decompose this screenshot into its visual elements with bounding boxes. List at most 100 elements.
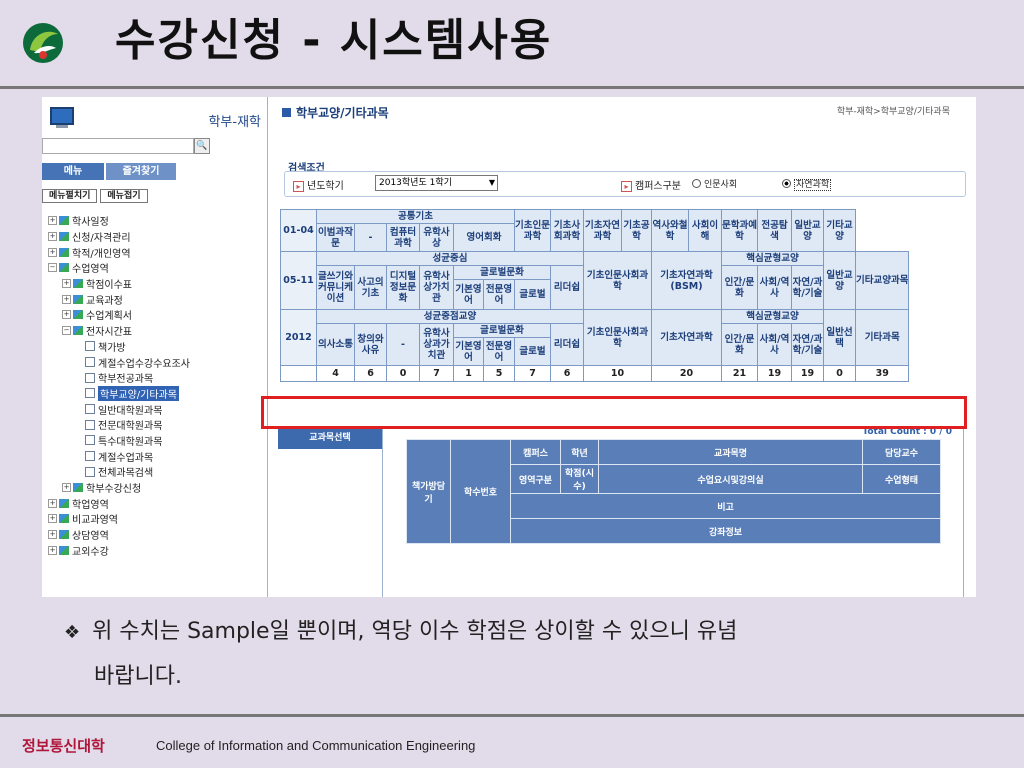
grid-cell: 유학사상 [419, 223, 454, 252]
sidebar-tabs: 메뉴 즐겨찾기 [42, 163, 264, 181]
title-divider [0, 86, 1024, 89]
result-table-header: 책가방담기 학수번호 캠퍼스 학년 교과목명 담당교수 영역구분 학점(시수) … [406, 439, 941, 544]
expand-icon[interactable] [76, 421, 83, 428]
collapse-icon[interactable]: − [62, 326, 71, 336]
grid-cell: 전문영어 [483, 279, 515, 310]
tree-buttons: 메뉴펼치기 메뉴접기 [42, 189, 151, 203]
sidebar-item[interactable]: 계절수업수강수요조사 [48, 354, 266, 370]
menu-search-input[interactable] [42, 138, 194, 154]
campus-radio-science[interactable]: 자연과학 [782, 177, 832, 191]
expand-icon[interactable] [76, 437, 83, 444]
expand-icon[interactable]: + [48, 530, 57, 540]
sidebar-item[interactable]: 학부전공과목 [48, 370, 266, 386]
year-semester-label: 년도학기 [293, 177, 344, 192]
expand-icon[interactable] [76, 359, 83, 366]
expand-icon[interactable]: + [48, 498, 57, 508]
document-icon [85, 419, 95, 430]
credit-value: 0 [386, 365, 420, 382]
sidebar-item[interactable]: 일반대학원과목 [48, 401, 266, 417]
expand-icon[interactable] [76, 343, 83, 350]
expand-icon[interactable]: + [48, 545, 57, 555]
sidebar-item[interactable]: + 학점이수표 [48, 276, 266, 292]
sidebar-item[interactable]: 학부교양/기타과목 [48, 385, 266, 402]
sidebar-item[interactable]: + 교육과정 [48, 291, 266, 307]
sidebar-item[interactable]: + 비교과영역 [48, 511, 266, 527]
sidebar-item[interactable]: + 상담영역 [48, 527, 266, 543]
tab-menu[interactable]: 메뉴 [42, 163, 104, 180]
grid-cell: 공통기초 [316, 209, 515, 224]
grid-cell: 의사소통 [316, 323, 355, 366]
expand-icon[interactable] [76, 390, 83, 397]
sidebar-item[interactable]: 책가방 [48, 339, 266, 355]
grid-cell: 글로벌 [514, 337, 551, 366]
grid-cell: 사회이해 [688, 209, 722, 252]
sidebar-item[interactable]: − 수업영역 [48, 260, 266, 276]
expand-icon[interactable]: + [48, 232, 57, 242]
sidebar-item[interactable]: + 교외수강 [48, 542, 266, 558]
col-time: 수업요시및강의실 [598, 464, 863, 494]
sidebar-item-label: 수업계획서 [86, 311, 132, 323]
expand-icon[interactable]: + [62, 310, 71, 320]
folder-icon [73, 310, 83, 320]
expand-icon[interactable] [76, 468, 83, 475]
expand-icon[interactable]: + [62, 294, 71, 304]
main-panel: 학부교양/기타과목 학부-재학>학부교양/기타과목 검색조건 년도학기 2013… [268, 97, 976, 597]
expand-icon[interactable] [76, 453, 83, 460]
folder-icon [73, 483, 83, 493]
grid-cell: 일반교양 [791, 209, 824, 252]
document-icon [85, 404, 95, 415]
grid-cell: 문학과예학 [721, 209, 758, 252]
expand-icon[interactable] [76, 406, 83, 413]
sidebar-item[interactable]: − 전자시간표 [48, 323, 266, 339]
grid-cell: 유학사상과가치관 [419, 323, 454, 366]
credit-value: 5 [483, 365, 515, 382]
expand-icon[interactable]: + [48, 247, 57, 257]
credit-value: 4 [316, 365, 355, 382]
sidebar-item-label: 학사일정 [72, 217, 109, 229]
grid-cell: 성균중점교양 [316, 309, 584, 324]
expand-icon[interactable] [76, 374, 83, 381]
campus-radio-humanities[interactable]: 인문사회 [692, 177, 737, 190]
sidebar-item[interactable]: 전문대학원과목 [48, 417, 266, 433]
sidebar-item[interactable]: + 학사일정 [48, 213, 266, 229]
grid-cell: 인간/문화 [721, 323, 758, 366]
grid-cell: 글쓰기와커뮤니케이션 [316, 265, 355, 310]
folder-icon [59, 498, 69, 508]
collapse-menu-button[interactable]: 메뉴접기 [100, 189, 148, 203]
expand-icon[interactable]: + [62, 279, 71, 289]
grid-cell: 글로벌문화 [453, 323, 551, 338]
footer-college-kr: 정보통신대학 [22, 737, 105, 755]
sidebar-item[interactable]: + 학적/개인영역 [48, 244, 266, 260]
document-icon [85, 466, 95, 477]
folder-icon [59, 545, 69, 555]
sidebar-item[interactable]: + 수업계획서 [48, 307, 266, 323]
university-emblem-icon [23, 23, 63, 63]
sidebar-item[interactable]: + 학업영역 [48, 495, 266, 511]
search-icon[interactable]: 🔍 [194, 138, 210, 154]
sidebar-item[interactable]: 특수대학원과목 [48, 433, 266, 449]
tab-favorites[interactable]: 즐겨찾기 [106, 163, 176, 180]
expand-menu-button[interactable]: 메뉴펼치기 [42, 189, 98, 203]
tab-course-select[interactable]: 교과목선택 [278, 427, 382, 449]
sidebar-item[interactable]: 전체과목검색 [48, 464, 266, 480]
menu-tree: + 학사일정 + 신청/자격관리 + 학적/개인영역 − 수업영역 + 학점이수표 + 교육과정 + 수업… [48, 213, 266, 558]
year-semester-select[interactable]: 2013학년도 1학기 ▼ [375, 175, 498, 191]
expand-icon[interactable]: + [48, 216, 57, 226]
grid-cell: 기타교양과목 [854, 251, 910, 310]
col-note: 비고 [510, 493, 941, 519]
sidebar-header: 학부-재학 [42, 97, 267, 137]
credit-value: 10 [583, 365, 652, 382]
sidebar-item[interactable]: + 신청/자격관리 [48, 229, 266, 245]
sidebar-item[interactable]: 계절수업과목 [48, 448, 266, 464]
grid-cell: 기초인문사회과학 [583, 251, 652, 310]
sidebar-item[interactable]: + 학부수강신청 [48, 480, 266, 496]
collapse-icon[interactable]: − [48, 263, 57, 273]
expand-icon[interactable]: + [62, 483, 71, 493]
credit-value: 6 [550, 365, 584, 382]
campus-label: 캠퍼스구분 [621, 177, 681, 192]
expand-icon[interactable]: + [48, 514, 57, 524]
col-bag: 책가방담기 [406, 439, 451, 544]
bullet-diamond-icon: ❖ [64, 622, 81, 643]
grid-cell: 핵심균형교양 [721, 309, 824, 324]
sidebar-item-label: 전체과목검색 [98, 468, 154, 480]
